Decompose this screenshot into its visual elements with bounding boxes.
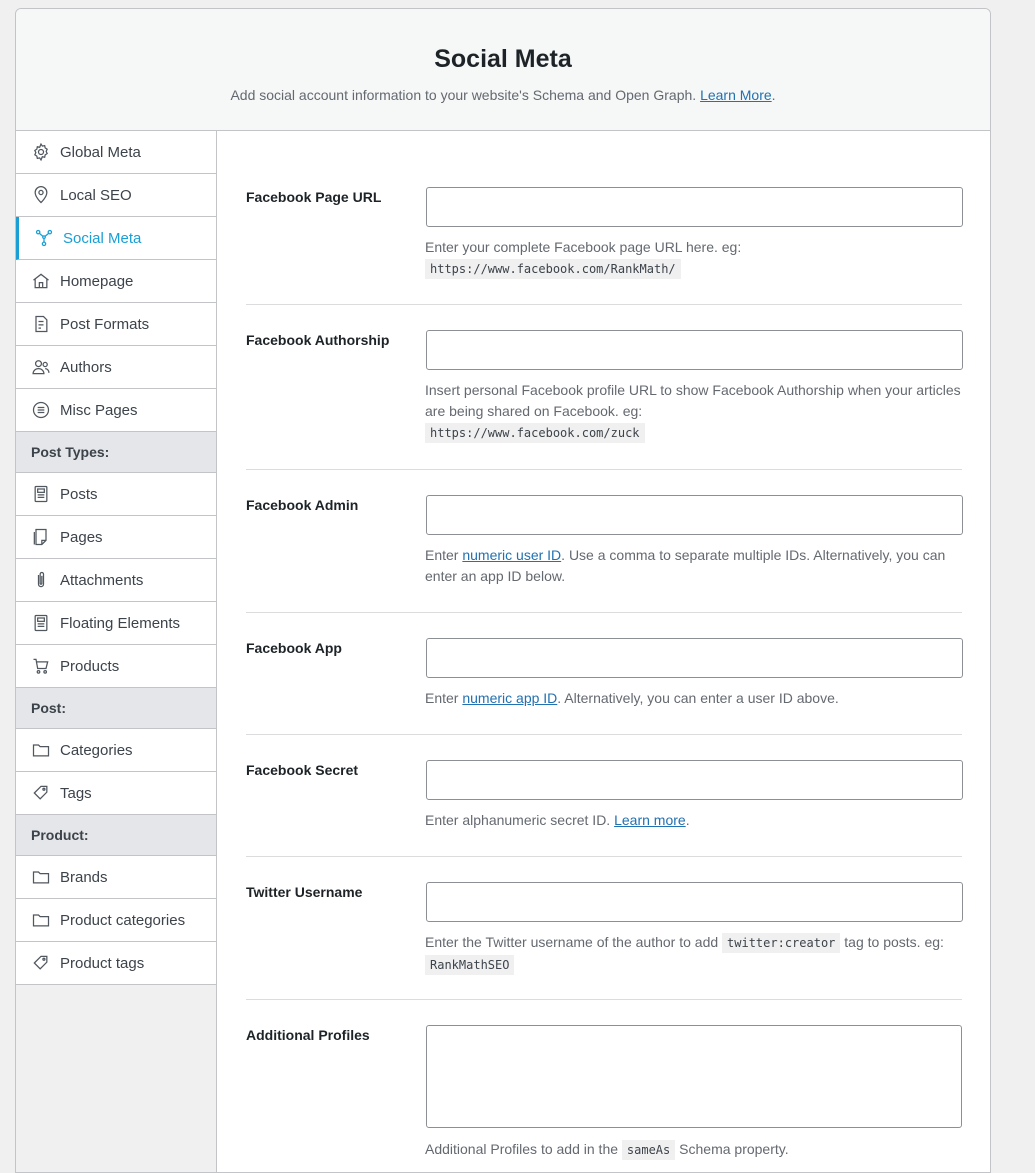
field-facebook-app: Facebook App Enter numeric app ID. Alter…: [246, 613, 963, 735]
sidebar-item-brands[interactable]: Brands: [16, 856, 216, 899]
facebook-app-input[interactable]: [426, 638, 963, 678]
sidebar-item-label: Brands: [60, 868, 108, 886]
field-label: Facebook Page URL: [246, 189, 382, 205]
sidebar-item-post-formats[interactable]: Post Formats: [16, 303, 216, 346]
field-label: Twitter Username: [246, 884, 363, 900]
sidebar-item-label: Tags: [60, 784, 92, 802]
sidebar-item-homepage[interactable]: Homepage: [16, 260, 216, 303]
sidebar-item-label: Social Meta: [63, 229, 142, 247]
settings-form: Facebook Page URL Enter your complete Fa…: [246, 131, 965, 1172]
field-twitter-username: Twitter Username Enter the Twitter usern…: [246, 857, 965, 1000]
example-code: https://www.facebook.com/RankMath/: [425, 259, 681, 279]
sidebar-heading-post: Post:: [16, 688, 216, 729]
field-facebook-authorship: Facebook Authorship Insert personal Face…: [246, 305, 965, 470]
learn-more-link[interactable]: Learn More: [700, 87, 772, 103]
users-icon: [30, 356, 52, 378]
field-description: Enter numeric app ID. Alternatively, you…: [425, 690, 839, 706]
post-icon: [30, 612, 52, 634]
numeric-app-id-link[interactable]: numeric app ID: [462, 690, 557, 706]
facebook-page-url-input[interactable]: [426, 187, 963, 227]
sidebar-item-label: Products: [60, 657, 120, 675]
tag-icon: [30, 782, 52, 804]
twitter-username-input[interactable]: [426, 882, 963, 922]
post-icon: [30, 483, 52, 505]
list-circle-icon: [30, 399, 52, 421]
example-code: RankMathSEO: [425, 955, 515, 975]
sidebar-item-label: Homepage: [60, 272, 134, 290]
sidebar-item-pages[interactable]: Pages: [16, 516, 216, 559]
field-facebook-page-url: Facebook Page URL Enter your complete Fa…: [246, 131, 965, 305]
sidebar-item-label: Authors: [60, 358, 112, 376]
example-code: https://www.facebook.com/zuck: [425, 423, 645, 443]
example-code: twitter:creator: [722, 933, 841, 953]
sidebar-item-label: Floating Elements: [60, 614, 181, 632]
field-facebook-admin: Facebook Admin Enter numeric user ID. Us…: [246, 470, 963, 613]
field-description: Enter alphanumeric secret ID. Learn more…: [425, 812, 690, 828]
sidebar-item-misc-pages[interactable]: Misc Pages: [16, 389, 216, 432]
page-icon: [30, 526, 52, 548]
page-title: Social Meta: [434, 45, 572, 73]
field-description: Additional Profiles to add in the sameAs…: [425, 1139, 965, 1161]
additional-profiles-textarea[interactable]: [426, 1025, 962, 1128]
folder-icon: [30, 909, 52, 931]
sidebar-item-label: Categories: [60, 741, 133, 759]
page-subtitle: Add social account information to your w…: [230, 87, 776, 103]
sidebar-item-social-meta[interactable]: Social Meta: [16, 217, 216, 260]
sidebar-heading-product: Product:: [16, 815, 216, 856]
learn-more-link[interactable]: Learn more: [614, 812, 686, 828]
field-label: Additional Profiles: [246, 1027, 370, 1043]
facebook-secret-input[interactable]: [426, 760, 963, 800]
cart-icon: [30, 655, 52, 677]
document-icon: [30, 313, 52, 335]
sidebar-item-products[interactable]: Products: [16, 645, 216, 688]
sidebar-item-label: Pages: [60, 528, 103, 546]
sidebar-item-local-seo[interactable]: Local SEO: [16, 174, 216, 217]
sidebar-item-label: Misc Pages: [60, 401, 138, 419]
settings-panel: Social Meta Add social account informati…: [15, 8, 991, 1173]
field-label: Facebook Admin: [246, 497, 359, 513]
sidebar-item-label: Product categories: [60, 911, 186, 929]
facebook-admin-input[interactable]: [426, 495, 963, 535]
sidebar-item-tags[interactable]: Tags: [16, 772, 216, 815]
sidebar-item-product-tags[interactable]: Product tags: [16, 942, 216, 985]
folder-icon: [30, 866, 52, 888]
sidebar-item-categories[interactable]: Categories: [16, 729, 216, 772]
page-header: Social Meta Add social account informati…: [16, 9, 990, 131]
sidebar-item-label: Product tags: [60, 954, 145, 972]
example-code: sameAs: [621, 1140, 676, 1160]
sidebar: Global Meta Local SEO Social Meta Homepa…: [16, 131, 217, 1172]
field-label: Facebook Secret: [246, 762, 359, 778]
gear-icon: [30, 141, 52, 163]
location-pin-icon: [30, 184, 52, 206]
tag-icon: [30, 952, 52, 974]
sidebar-item-label: Post Formats: [60, 315, 150, 333]
sidebar-item-floating-elements[interactable]: Floating Elements: [16, 602, 216, 645]
sidebar-item-authors[interactable]: Authors: [16, 346, 216, 389]
sidebar-nav: Global Meta Local SEO Social Meta Homepa…: [16, 131, 216, 985]
field-description: Enter numeric user ID. Use a comma to se…: [425, 547, 946, 584]
field-additional-profiles: Additional Profiles Additional Profiles …: [246, 1000, 965, 1172]
field-description: Enter the Twitter username of the author…: [425, 932, 965, 976]
facebook-authorship-input[interactable]: [426, 330, 963, 370]
home-icon: [30, 270, 52, 292]
paperclip-icon: [30, 569, 52, 591]
sidebar-heading-post-types: Post Types:: [16, 432, 216, 473]
share-network-icon: [33, 227, 55, 249]
sidebar-item-label: Global Meta: [60, 143, 141, 161]
sidebar-item-label: Local SEO: [60, 186, 132, 204]
field-description: Enter your complete Facebook page URL he…: [425, 237, 965, 280]
sidebar-item-global-meta[interactable]: Global Meta: [16, 131, 216, 174]
sidebar-item-attachments[interactable]: Attachments: [16, 559, 216, 602]
sidebar-item-label: Posts: [60, 485, 98, 503]
sidebar-item-product-categories[interactable]: Product categories: [16, 899, 216, 942]
field-description: Insert personal Facebook profile URL to …: [425, 380, 965, 444]
folder-icon: [30, 739, 52, 761]
sidebar-item-posts[interactable]: Posts: [16, 473, 216, 516]
sidebar-item-label: Attachments: [60, 571, 144, 589]
field-facebook-secret: Facebook Secret Enter alphanumeric secre…: [246, 735, 963, 857]
numeric-user-id-link[interactable]: numeric user ID: [462, 547, 561, 563]
field-label: Facebook Authorship: [246, 332, 390, 348]
field-label: Facebook App: [246, 640, 342, 656]
